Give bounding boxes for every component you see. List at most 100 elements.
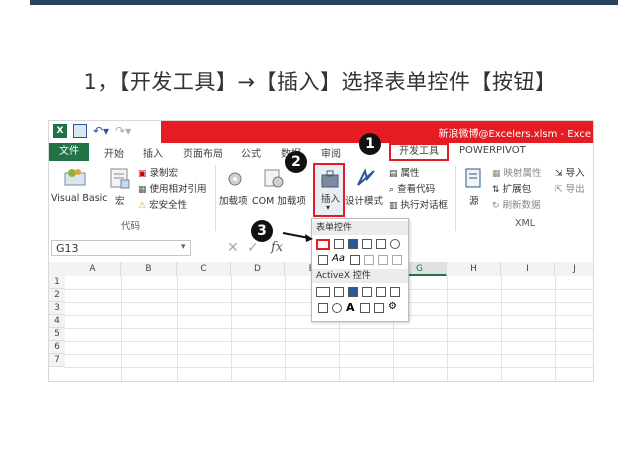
quick-access-toolbar: X ↶▾ ↷▾ [53, 124, 131, 138]
tab-home[interactable]: 开始 [104, 145, 124, 160]
row-header[interactable]: 5 [49, 328, 65, 341]
run-dialog-button[interactable]: ▥ 执行对话框 [389, 197, 448, 211]
callout-2: 2 [285, 151, 307, 173]
macro-button[interactable]: 宏 [115, 193, 125, 207]
relative-reference-button[interactable]: ▦ 使用相对引用 [138, 181, 207, 195]
row-header[interactable]: 7 [49, 354, 65, 367]
name-box[interactable]: G13 [51, 240, 191, 256]
map-properties-button[interactable]: ▦ 映射属性 [492, 165, 542, 179]
visual-basic-button[interactable]: Visual Basic [51, 193, 108, 204]
view-code-button[interactable]: ⌕ 查看代码 [389, 181, 435, 195]
group-divider [455, 165, 456, 231]
activex-checkbox-control[interactable] [348, 287, 358, 297]
gridline [65, 328, 593, 329]
activex-scroll-control[interactable] [390, 287, 400, 297]
select-all-corner[interactable] [49, 262, 65, 276]
gridline [447, 276, 448, 381]
cancel-icon[interactable]: ✕ [227, 240, 239, 256]
combo-dropdown-control[interactable] [392, 255, 402, 265]
activex-textbox-control[interactable] [376, 287, 386, 297]
activex-option-control[interactable] [332, 303, 342, 313]
checkbox-control[interactable] [348, 239, 358, 249]
text-field-control[interactable] [364, 255, 374, 265]
import-label: 导入 [565, 168, 585, 179]
expansion-pack-button[interactable]: ⇅ 扩展包 [492, 181, 531, 195]
export-button[interactable]: ⇱ 导出 [555, 181, 585, 195]
map-properties-icon: ▦ [492, 169, 501, 179]
com-addins-button[interactable]: COM 加载项 [252, 193, 306, 207]
gridline [121, 276, 122, 381]
window-title: 新浪微博@Excelers.xlsm - Exce [438, 129, 591, 140]
list-box-control[interactable] [376, 239, 386, 249]
undo-icon[interactable]: ↶▾ [93, 124, 109, 138]
map-properties-label: 映射属性 [503, 168, 542, 179]
activex-controls-header: ActiveX 控件 [312, 269, 408, 283]
tab-formulas[interactable]: 公式 [241, 145, 261, 160]
tab-review[interactable]: 审阅 [321, 145, 341, 160]
row-header[interactable]: 3 [49, 302, 65, 315]
chevron-down-icon: ▾ [326, 203, 331, 212]
import-button[interactable]: ⇲ 导入 [555, 165, 585, 179]
relative-reference-label: 使用相对引用 [149, 184, 207, 195]
tab-file[interactable]: 文件 [49, 143, 89, 161]
column-header[interactable]: C [177, 262, 231, 276]
group-label-code: 代码 [121, 221, 141, 232]
column-header[interactable]: D [231, 262, 285, 276]
title-bar: X ↶▾ ↷▾ 新浪微博@Excelers.xlsm - Exce [49, 121, 593, 143]
save-icon[interactable] [73, 124, 87, 138]
gridline [177, 276, 178, 381]
activex-spin-control[interactable] [318, 303, 328, 313]
spin-button-control[interactable] [362, 239, 372, 249]
tab-powerpivot[interactable]: POWERPIVOT [459, 145, 526, 156]
group-divider [215, 165, 216, 231]
activex-combo-control[interactable] [334, 287, 344, 297]
tab-insert[interactable]: 插入 [143, 145, 163, 160]
option-button-control[interactable] [390, 239, 400, 249]
row-header[interactable]: 4 [49, 315, 65, 328]
import-icon: ⇲ [555, 169, 563, 179]
enter-icon[interactable]: ✓ [247, 240, 259, 256]
tab-page-layout[interactable]: 页面布局 [183, 145, 223, 160]
form-button-control[interactable] [316, 239, 330, 250]
design-mode-button[interactable]: 设计模式 [345, 193, 383, 207]
column-header[interactable]: H [447, 262, 501, 276]
callout-1: 1 [359, 133, 381, 155]
more-controls-icon[interactable]: ⚙ [388, 301, 397, 312]
activex-image-control[interactable] [360, 303, 370, 313]
addins-button[interactable]: 加载项 [219, 193, 248, 207]
row-header[interactable]: 6 [49, 341, 65, 354]
record-macro-button[interactable]: ▣ 录制宏 [138, 165, 178, 179]
scroll-bar-control[interactable] [350, 255, 360, 265]
column-header[interactable]: J [555, 262, 593, 276]
gridline [65, 341, 593, 342]
gridline [555, 276, 556, 381]
visual-basic-icon [64, 169, 86, 186]
activex-toggle-control[interactable] [374, 303, 384, 313]
activex-label-icon[interactable]: A [346, 301, 355, 314]
export-icon: ⇱ [555, 185, 563, 195]
row-header[interactable]: 2 [49, 289, 65, 302]
label-control-icon[interactable]: Aa [332, 253, 345, 264]
column-header[interactable]: A [65, 262, 121, 276]
excel-logo-icon: X [53, 124, 67, 138]
properties-button[interactable]: ▤ 属性 [389, 165, 420, 179]
activex-list-control[interactable] [362, 287, 372, 297]
page-heading: 1，【开发工具】→【插入】选择表单控件【按钮】 [83, 70, 557, 94]
refresh-data-button[interactable]: ↻ 刷新数据 [492, 197, 541, 211]
combo-list-control[interactable] [378, 255, 388, 265]
column-header[interactable]: I [501, 262, 555, 276]
group-box-control[interactable] [318, 255, 328, 265]
row-header[interactable]: 1 [49, 276, 65, 289]
warning-icon: ⚠ [138, 201, 147, 211]
properties-label: 属性 [400, 168, 420, 179]
source-button[interactable]: 源 [469, 193, 479, 207]
column-header[interactable]: B [121, 262, 177, 276]
macro-security-button[interactable]: ⚠ 宏安全性 [138, 197, 187, 211]
toolbox-icon [321, 170, 339, 188]
chevron-down-icon[interactable]: ▾ [181, 242, 186, 252]
insert-controls-button[interactable]: 插入 ▾ [313, 163, 345, 217]
combo-box-control[interactable] [334, 239, 344, 249]
redo-icon[interactable]: ↷▾ [115, 124, 131, 138]
tab-developer[interactable]: 开发工具 [389, 143, 449, 161]
activex-button-control[interactable] [316, 287, 330, 297]
